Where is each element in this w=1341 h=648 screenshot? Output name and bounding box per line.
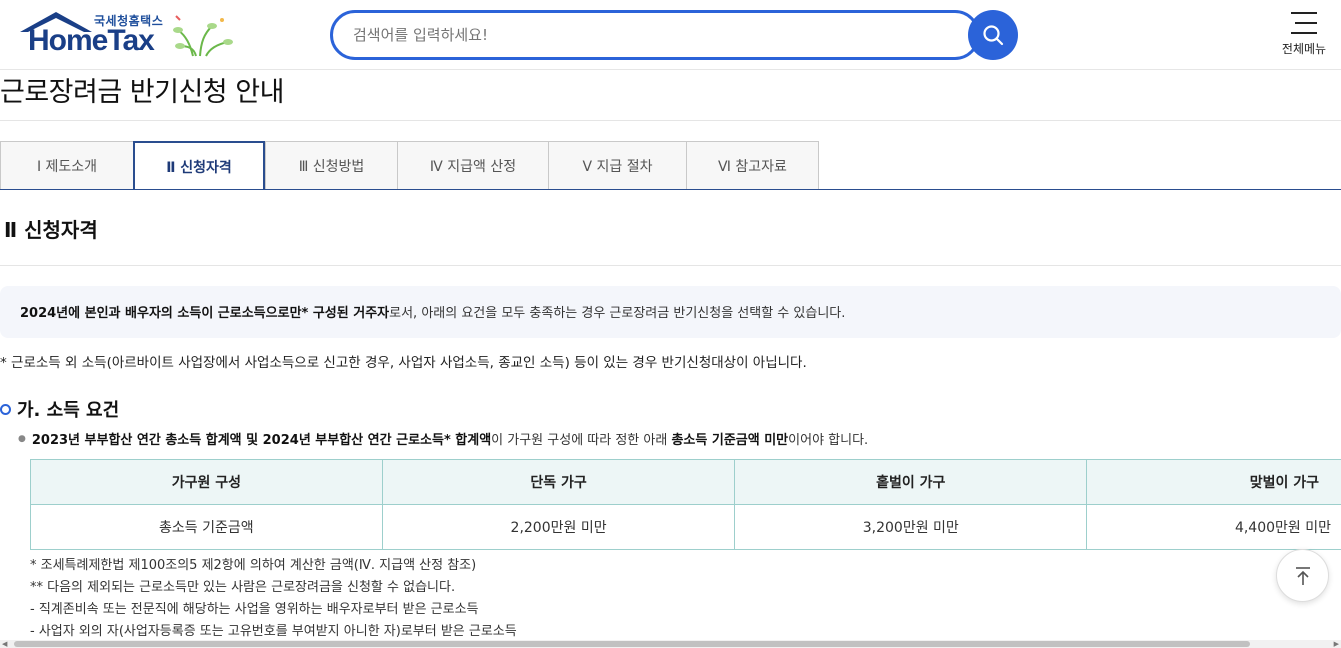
- notice-box: 2024년에 본인과 배우자의 소득이 근로소득으로만* 구성된 거주자로서, …: [0, 286, 1341, 338]
- search-input[interactable]: [330, 10, 980, 60]
- footnote: ** 다음의 제외되는 근로소득만 있는 사람은 근로장려금을 신청할 수 없습…: [30, 580, 456, 595]
- scroll-top-button[interactable]: [1276, 549, 1329, 602]
- table-header-cell: 홑벌이 가구: [734, 459, 1088, 505]
- income-requirement-heading: 가. 소득 요건: [0, 396, 119, 422]
- income-threshold-table: 가구원 구성 단독 가구 홑벌이 가구 맞벌이 가구 총소득 기준금액 2,20…: [30, 459, 1341, 550]
- bullet-bold-1: 2023년 부부합산 연간 총소득 합계액 및 2024년 부부합산 연간 근로…: [31, 433, 492, 448]
- scroll-right-icon[interactable]: ▶: [1334, 640, 1339, 648]
- all-menu-label: 전체메뉴: [1281, 42, 1327, 56]
- tab-intro[interactable]: Ⅰ 제도소개: [0, 141, 133, 190]
- table-header-cell: 단독 가구: [381, 459, 736, 505]
- table-cell: 4,400만원 미만: [1086, 504, 1341, 550]
- search-button[interactable]: [968, 10, 1018, 60]
- dot-bullet-icon: ●: [18, 434, 26, 444]
- tab-application-method[interactable]: Ⅲ 신청방법: [265, 141, 397, 190]
- hamburger-icon: [1291, 12, 1317, 34]
- bullet-bold-2: 총소득 기준금액 미만: [671, 433, 789, 448]
- scrollbar-thumb[interactable]: [14, 641, 1250, 647]
- table-header-row: 가구원 구성 단독 가구 홑벌이 가구 맞벌이 가구: [30, 459, 1341, 505]
- all-menu-button[interactable]: 전체메뉴: [1270, 10, 1338, 62]
- notice-text: 로서, 아래의 요건을 모두 충족하는 경우 근로장려금 반기신청을 선택할 수…: [389, 306, 846, 321]
- table-cell: 2,200만원 미만: [381, 504, 736, 550]
- tab-references[interactable]: Ⅵ 참고자료: [686, 141, 819, 190]
- circle-bullet-icon: [0, 403, 11, 415]
- page-title: 근로장려금 반기신청 안내: [0, 77, 284, 108]
- footnote: - 직계존비속 또는 전문직에 해당하는 사업을 영위하는 배우자로부터 받은 …: [30, 602, 479, 617]
- tabs-divider: [0, 189, 1341, 190]
- title-divider: [0, 120, 1341, 121]
- exclusion-note: * 근로소득 외 소득(아르바이트 사업장에서 사업소득으로 신고한 경우, 사…: [0, 355, 807, 371]
- search-bar: [330, 10, 1020, 60]
- tab-payment-procedure[interactable]: Ⅴ 지급 절차: [548, 141, 686, 190]
- hometax-logo[interactable]: 국세청홈택스 HomeTax: [18, 10, 233, 62]
- site-header: 국세청홈택스 HomeTax 전체메뉴: [0, 0, 1341, 70]
- bullet-text-1: 이 가구원 구성에 따라 정한 아래: [491, 433, 672, 448]
- footnote: * 조세특례제한법 제100조의5 제2항에 의하여 계산한 금액(Ⅳ. 지급액…: [30, 558, 477, 573]
- income-requirement-text: ● 2023년 부부합산 연간 총소득 합계액 및 2024년 부부합산 연간 근…: [18, 429, 868, 448]
- notice-bold-text: 2024년에 본인과 배우자의 소득이 근로소득으로만* 구성된 거주자: [20, 306, 390, 321]
- tab-eligibility[interactable]: Ⅱ 신청자격: [133, 141, 265, 190]
- table-header-cell: 가구원 구성: [30, 459, 383, 505]
- table-cell: 총소득 기준금액: [30, 504, 383, 550]
- income-requirement-title: 가. 소득 요건: [17, 400, 120, 421]
- tab-amount-calculation[interactable]: Ⅳ 지급액 산정: [397, 141, 548, 190]
- table-cell: 3,200만원 미만: [734, 504, 1088, 550]
- section-title: Ⅱ 신청자격: [4, 218, 98, 242]
- footnotes: * 조세특례제한법 제100조의5 제2항에 의하여 계산한 금액(Ⅳ. 지급액…: [30, 555, 517, 643]
- tab-bar: Ⅰ 제도소개 Ⅱ 신청자격 Ⅲ 신청방법 Ⅳ 지급액 산정 Ⅴ 지급 절차 Ⅵ …: [0, 141, 819, 190]
- bullet-text-2: 이어야 합니다.: [788, 433, 869, 448]
- scroll-left-icon[interactable]: ◀: [2, 640, 7, 648]
- table-row: 총소득 기준금액 2,200만원 미만 3,200만원 미만 4,400만원 미…: [30, 504, 1341, 550]
- section-divider: [0, 265, 1341, 266]
- logo-title: HomeTax: [28, 24, 155, 57]
- table-header-cell: 맞벌이 가구: [1086, 459, 1341, 505]
- search-icon: [983, 25, 1004, 46]
- horizontal-scrollbar[interactable]: ◀ ▶: [0, 640, 1341, 648]
- arrow-up-icon: [1295, 566, 1310, 585]
